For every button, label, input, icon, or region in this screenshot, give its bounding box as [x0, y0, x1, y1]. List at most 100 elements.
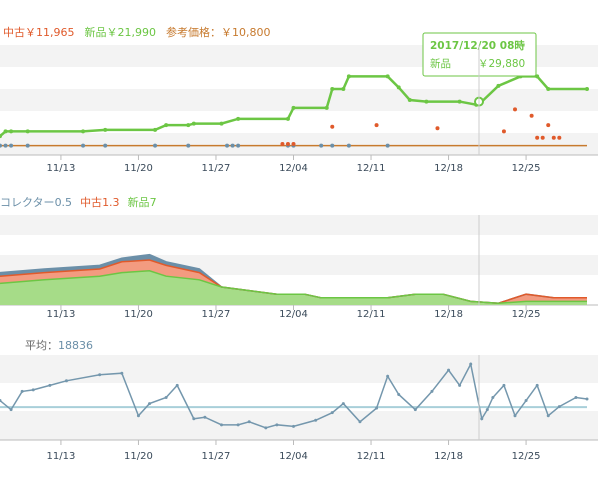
reference-legend-label: 参考価格： [166, 25, 221, 39]
used-price-point [346, 143, 351, 148]
sales-rank-point [375, 406, 379, 410]
svg-text:コレクター0.5中古1.3新品7: コレクター0.5 中古1.3 新品7 [0, 195, 157, 209]
sales-rank-panel: 11/13 11/20 11/27 12/04 12/11 12/18 12/25 [0, 355, 598, 462]
new-price-point [153, 127, 158, 132]
used-price-point [81, 143, 86, 148]
used-rank-legend-label: 中古 [80, 196, 102, 209]
used-offer-point [330, 124, 335, 129]
x-tick-label: 11/27 [202, 451, 231, 462]
x-tick-label: 11/20 [124, 309, 153, 320]
new-price-point [324, 105, 329, 110]
x-tick-label: 12/25 [512, 309, 541, 320]
used-price-point [153, 143, 158, 148]
tooltip-date: 2017/12/20 08時 [430, 39, 525, 52]
used-legend-label: 中古 [3, 26, 25, 39]
new-price-point [9, 129, 14, 134]
sales-rank-point [148, 402, 152, 406]
used-legend-value: ￥11,965 [25, 26, 75, 39]
used-offer-point [529, 113, 534, 118]
x-tick-label: 12/11 [357, 163, 386, 174]
grid-band-0-2 [0, 133, 598, 155]
used-offer-point [546, 123, 551, 128]
x-tick-label: 12/25 [512, 451, 541, 462]
new-price-point [330, 87, 335, 91]
sales-rank-point [574, 396, 578, 399]
x-tick-label: 12/18 [434, 163, 463, 174]
new-price-point [3, 129, 8, 134]
grid-band-2-0 [0, 355, 598, 383]
used-price-point [3, 143, 8, 148]
used-price-point [9, 143, 14, 148]
used-offer-point [501, 129, 506, 134]
x-tick-label: 12/18 [434, 451, 463, 462]
new-price-point [385, 74, 390, 79]
new-price-point [457, 99, 462, 104]
svg-text:平均：18836: 平均：18836 [25, 339, 93, 352]
new-price-point [341, 87, 346, 91]
sales-rank-point [585, 397, 589, 401]
used-offer-point [435, 126, 440, 131]
used-offer-point [557, 135, 562, 140]
sales-rank-point [236, 423, 240, 427]
used-offer-point [280, 142, 285, 146]
collector-legend-label: コレクター [0, 196, 55, 209]
x-tick-label: 12/11 [357, 309, 386, 320]
x-tick-label: 12/04 [279, 309, 308, 320]
new-price-point [191, 121, 196, 126]
reference-legend-value: ￥10,800 [221, 26, 271, 39]
sales-rank-point [48, 383, 52, 387]
used-offer-point [374, 123, 379, 128]
new-rank-legend-value: 7 [150, 196, 157, 209]
new-legend-value: ￥21,990 [107, 26, 157, 39]
sales-rank-point [341, 402, 345, 406]
used-price-point [385, 143, 390, 148]
new-price-point [236, 116, 241, 121]
used-offer-point [285, 142, 290, 146]
collector-legend-value: 0.5 [55, 196, 73, 209]
new-price-point [219, 121, 224, 126]
sales-rank-point [275, 423, 279, 427]
sales-rank-point [264, 426, 268, 430]
new-price-point [164, 123, 169, 128]
sales-rank-point [330, 411, 334, 415]
sales-rank-point [314, 418, 318, 422]
used-price-point [230, 143, 235, 148]
sales-rank-point [247, 420, 251, 424]
x-tick-label: 11/20 [124, 451, 153, 462]
sales-rank-point [220, 423, 224, 427]
svg-text:中古￥11,965新品￥21,990参考価格：￥10,800: 中古￥11,965 新品￥21,990 参考価格：￥10,800 [3, 25, 271, 39]
used-price-point [103, 143, 108, 148]
sales-rank-point [31, 388, 35, 392]
sales-rank-point [136, 414, 140, 418]
sales-rank-point [447, 368, 451, 372]
sales-rank-point [535, 383, 539, 387]
sales-rank-point [20, 389, 24, 393]
new-price-point [285, 116, 290, 121]
average-legend-label: 平均： [25, 339, 58, 352]
used-price-point [186, 143, 191, 148]
used-price-point [25, 143, 30, 148]
new-price-point [25, 129, 30, 134]
used-offer-point [551, 135, 556, 140]
x-tick-label: 11/20 [124, 163, 153, 174]
new-price-point [291, 105, 296, 110]
sales-rank-point [292, 424, 295, 428]
sales-rank-point [480, 417, 484, 421]
sales-rank-point [192, 417, 196, 421]
x-tick-label: 11/13 [47, 163, 76, 174]
x-tick-label: 12/04 [279, 163, 308, 174]
x-tick-label: 12/18 [434, 309, 463, 320]
new-price-point [346, 74, 351, 79]
sales-rank-point [485, 408, 489, 412]
charts-svg: 中古￥11,965 新品￥21,990 参考価格：￥10,800 コレクター0.5 中… [0, 25, 598, 462]
tooltip-series-label: 新品 [430, 57, 451, 70]
sales-rank-point [546, 414, 550, 418]
sales-rank-point [120, 371, 124, 375]
new-price-point [585, 87, 589, 91]
sales-rank-point [557, 405, 561, 409]
new-price-point [407, 98, 412, 102]
new-price-point [424, 99, 429, 104]
new-price-point [103, 127, 108, 132]
used-offer-point [535, 135, 540, 140]
average-legend-value: 18836 [58, 339, 93, 352]
